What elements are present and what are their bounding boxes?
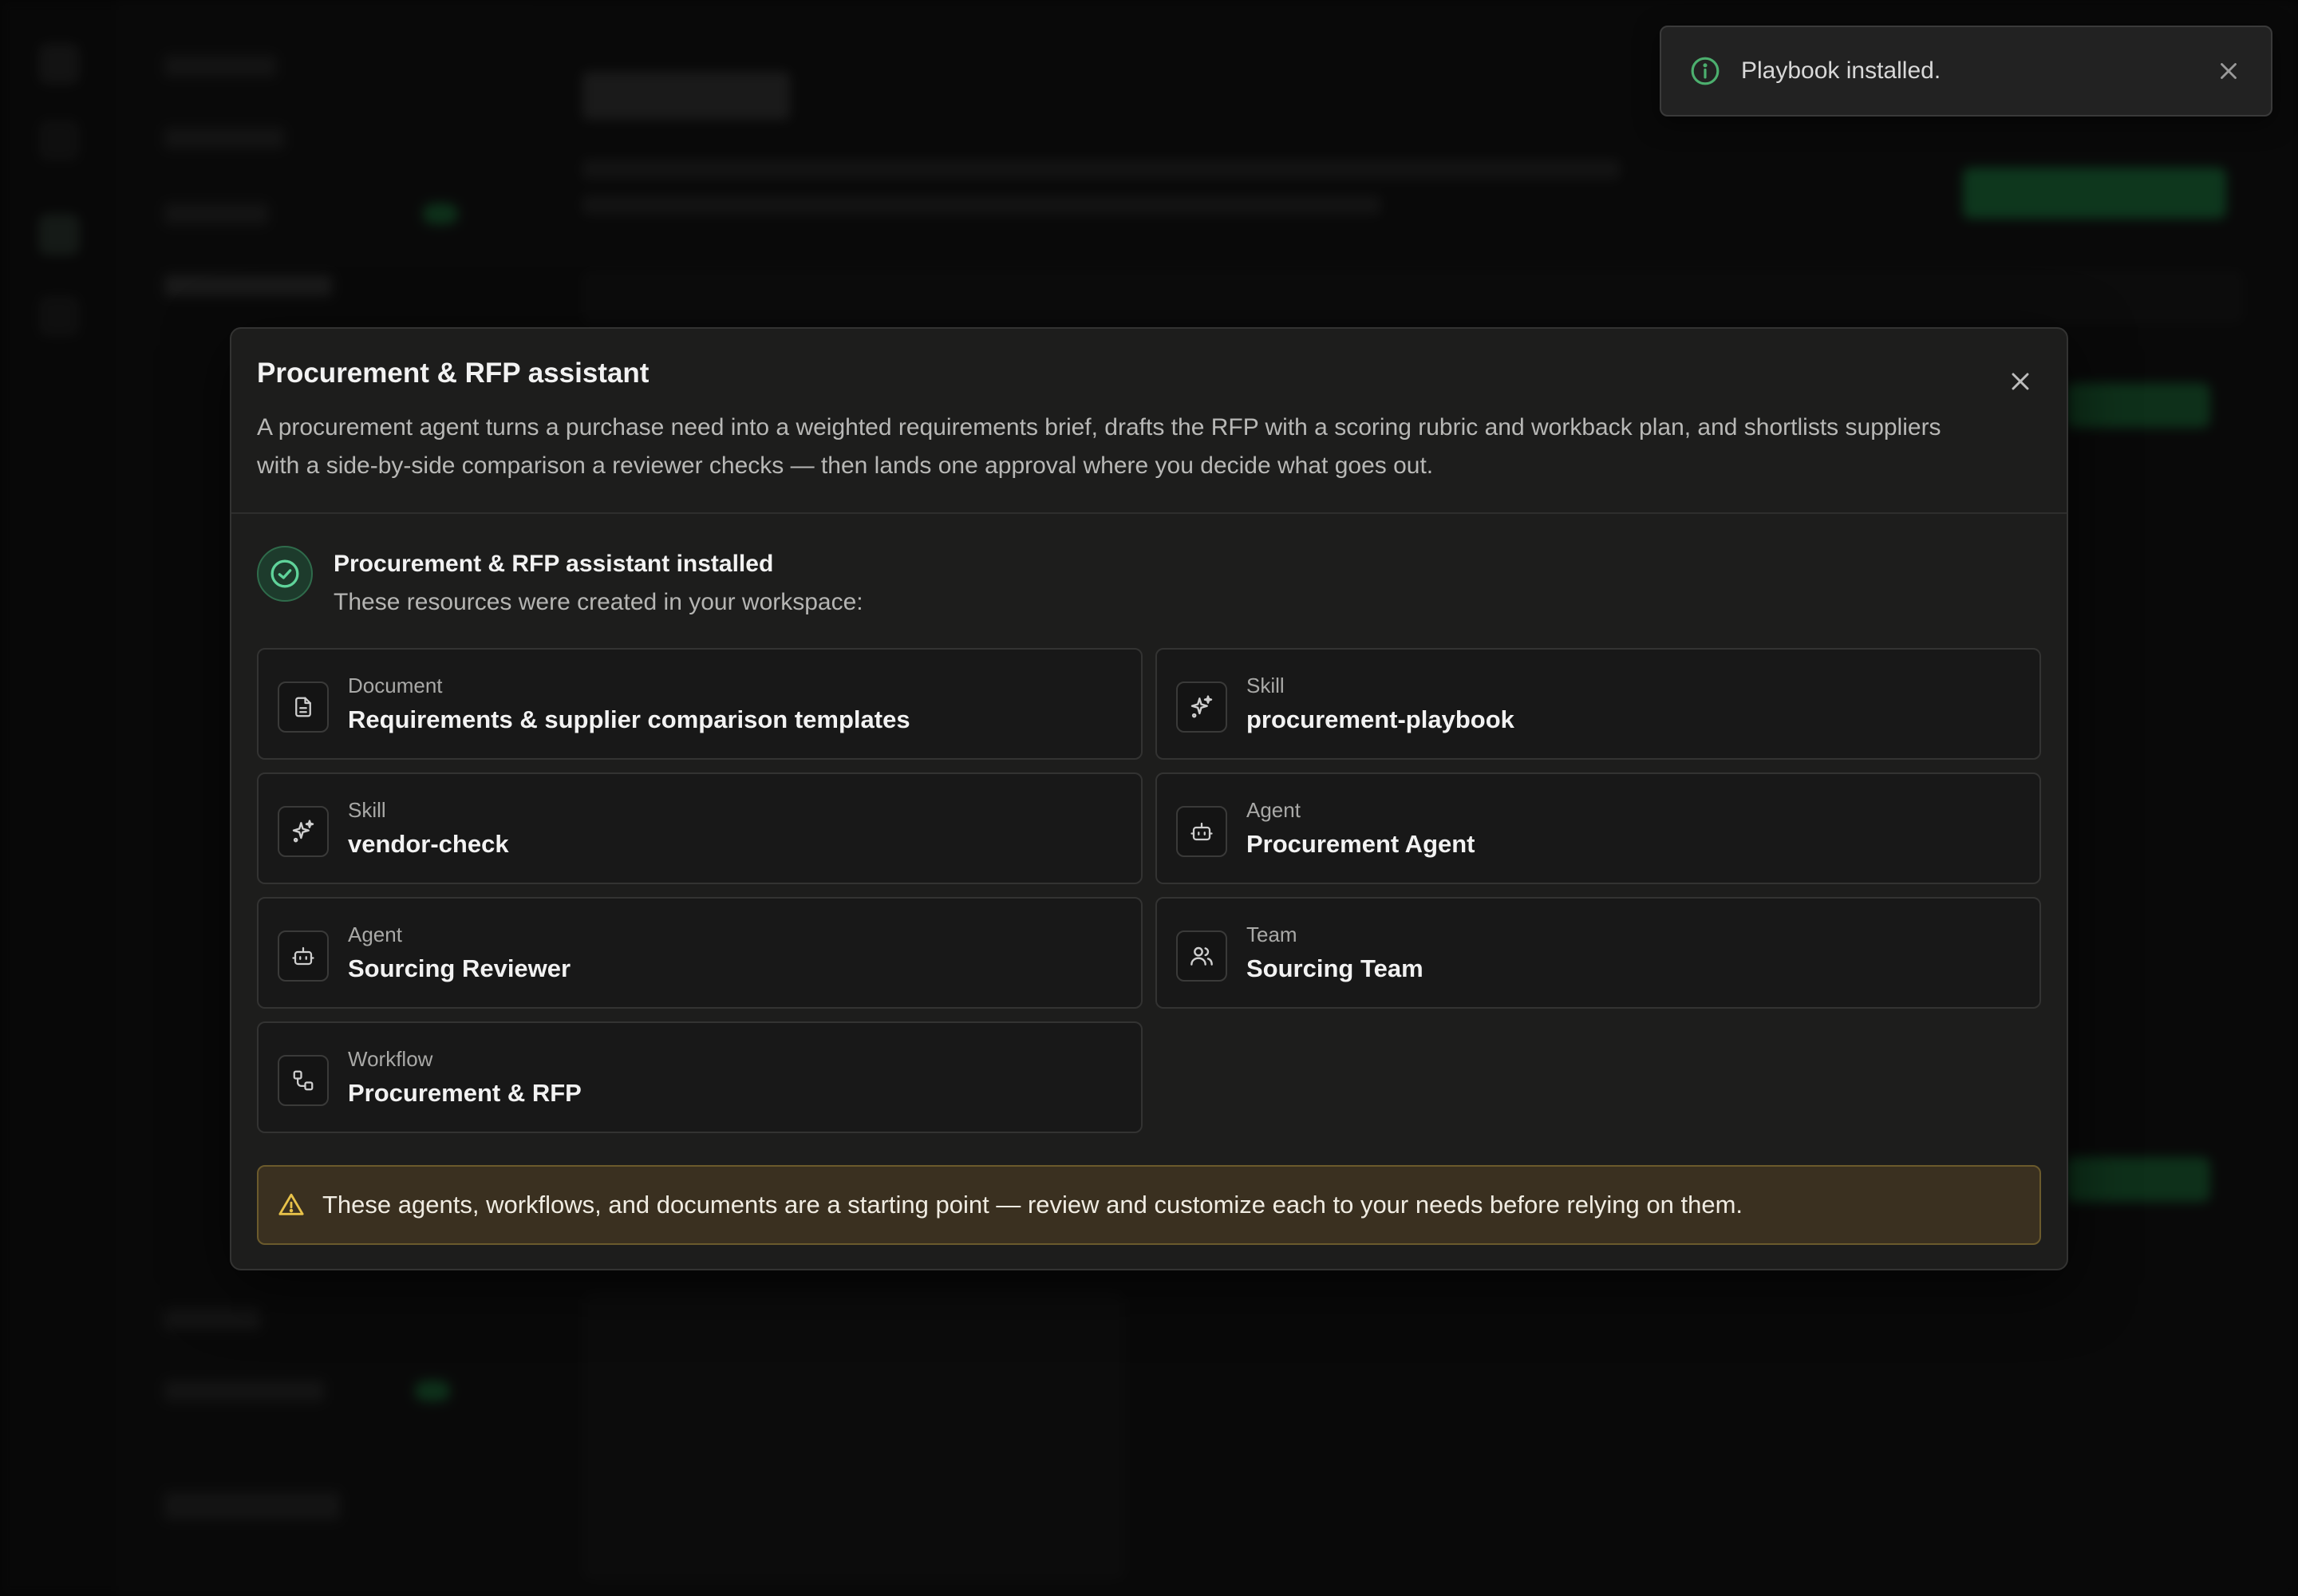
resource-type: Workflow — [348, 1047, 433, 1071]
sparkles-icon — [1176, 681, 1227, 733]
resource-type: Skill — [1246, 674, 1285, 697]
resource-card-skill[interactable]: Skill vendor-check — [257, 772, 1143, 884]
warning-text: These agents, workflows, and documents a… — [322, 1191, 1743, 1219]
resource-card-agent[interactable]: Agent Procurement Agent — [1155, 772, 2041, 884]
resource-type: Agent — [1246, 798, 1301, 822]
check-circle-icon — [257, 546, 313, 602]
toast-notification: Playbook installed. — [1660, 26, 2272, 117]
resource-name: Requirements & supplier comparison templ… — [348, 705, 910, 733]
resource-type: Team — [1246, 922, 1297, 946]
dialog-header: Procurement & RFP assistant A procuremen… — [231, 329, 2067, 514]
resource-card-skill[interactable]: Skill procurement-playbook — [1155, 648, 2041, 760]
workflow-icon — [278, 1055, 329, 1106]
resource-name: Procurement Agent — [1246, 830, 1475, 858]
close-icon[interactable] — [2215, 57, 2242, 85]
warning-callout: These agents, workflows, and documents a… — [257, 1165, 2041, 1245]
bot-icon — [1176, 806, 1227, 857]
warning-triangle-icon — [278, 1193, 304, 1215]
sparkles-icon — [278, 806, 329, 857]
installed-subtitle: These resources were created in your wor… — [334, 589, 863, 615]
dialog-description: A procurement agent turns a purchase nee… — [257, 414, 1941, 479]
resource-type: Agent — [348, 922, 402, 946]
resource-type: Skill — [348, 798, 386, 822]
dialog-title: Procurement & RFP assistant — [257, 358, 650, 389]
bot-icon — [278, 930, 329, 982]
document-icon — [278, 681, 329, 733]
resource-card-workflow[interactable]: Workflow Procurement & RFP — [257, 1021, 1143, 1133]
resource-card-team[interactable]: Team Sourcing Team — [1155, 897, 2041, 1009]
resource-name: Sourcing Team — [1246, 954, 1423, 982]
close-icon[interactable] — [2006, 367, 2035, 396]
resource-name: vendor-check — [348, 830, 509, 858]
resource-card-document[interactable]: Document Requirements & supplier compari… — [257, 648, 1143, 760]
resource-name: procurement-playbook — [1246, 705, 1514, 733]
users-icon — [1176, 930, 1227, 982]
playbook-dialog: Procurement & RFP assistant A procuremen… — [230, 327, 2068, 1270]
resource-card-agent[interactable]: Agent Sourcing Reviewer — [257, 897, 1143, 1009]
installed-title: Procurement & RFP assistant installed — [334, 551, 774, 577]
resource-name: Procurement & RFP — [348, 1079, 582, 1107]
toast-message: Playbook installed. — [1741, 57, 1941, 84]
resource-name: Sourcing Reviewer — [348, 954, 571, 982]
resource-type: Document — [348, 674, 443, 697]
installed-status: Procurement & RFP assistant installed Th… — [257, 539, 2012, 627]
info-icon — [1691, 57, 1720, 85]
